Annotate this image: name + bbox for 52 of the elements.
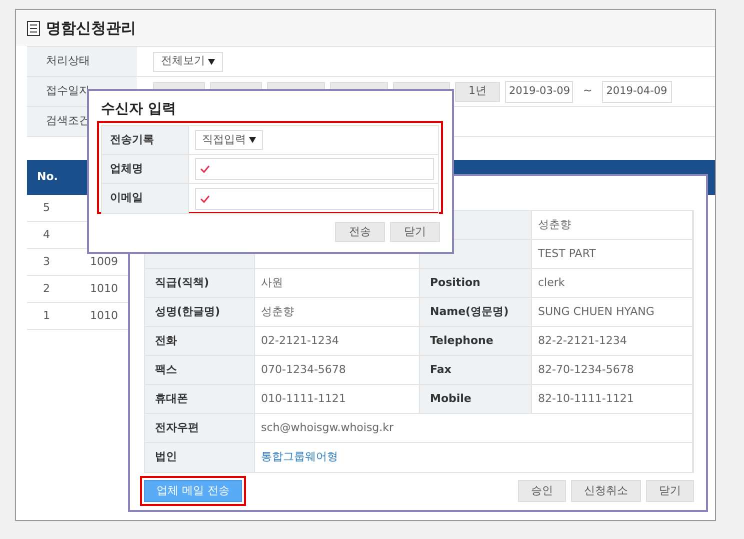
field-value: sch@whoisgw.whoisg.kr [255, 414, 693, 442]
field-label: Position [420, 269, 532, 297]
table-cell-text: 5 [42, 200, 51, 216]
field-value: 성춘향 [532, 211, 693, 239]
field-label: 전화 [145, 327, 255, 355]
field-label: 휴대폰 [145, 385, 255, 413]
status-select[interactable]: 전체보기 [153, 52, 223, 72]
field-label: 전송기록 [110, 132, 154, 148]
field-value: 82-2-2121-1234 [532, 327, 693, 355]
date-field[interactable]: 2019-03-09 [505, 80, 573, 102]
field-value: 82-70-1234-5678 [532, 356, 693, 384]
dialog-button[interactable]: 전송 [335, 222, 385, 242]
field-label: Telephone [420, 327, 532, 355]
table-cell-text: 1 [42, 308, 51, 324]
range-separator: ~ [582, 83, 594, 100]
record-select[interactable]: 직접입력 [195, 130, 263, 150]
page-title: 명함신청관리 [46, 18, 136, 39]
period-button[interactable]: 1년 [455, 82, 500, 102]
field-label: 성명(한글명) [145, 298, 255, 326]
action-button[interactable]: 신청취소 [571, 480, 641, 502]
field-value: TEST PART [532, 240, 693, 268]
table-cell-text: 1010 [90, 280, 118, 297]
field-label: 팩스 [145, 356, 255, 384]
field-label: Fax [420, 356, 532, 384]
field-label: 전자우편 [145, 414, 255, 442]
filter-label: 처리상태 [46, 53, 90, 70]
list-icon [27, 20, 40, 36]
date-field[interactable]: 2019-04-09 [602, 80, 672, 102]
table-cell-text: 1010 [90, 308, 118, 324]
field-label: 업체명 [110, 160, 143, 177]
caret-icon [208, 58, 215, 64]
field-label: Name(영문명) [420, 298, 532, 326]
field-label: 법인 [145, 443, 255, 472]
table-cell-text: 1009 [90, 254, 118, 270]
field-value: clerk [532, 269, 693, 297]
table-cell-text: 2 [42, 280, 51, 297]
input-field[interactable] [195, 158, 434, 180]
field-value: SUNG CHUEN HYANG [532, 298, 693, 326]
action-button[interactable]: 승인 [518, 480, 566, 502]
field-value: 82-10-1111-1121 [532, 385, 693, 413]
company-link[interactable]: 통합그룹웨어형 [261, 449, 338, 466]
table-cell-text: 4 [42, 226, 51, 243]
field-label: 직급(직책) [145, 269, 255, 297]
action-button[interactable]: 닫기 [646, 480, 694, 502]
column-header: No. [37, 169, 58, 185]
input-field[interactable] [195, 188, 434, 210]
table-cell-text: 3 [42, 254, 51, 270]
dialog-title: 수신자 입력 [101, 100, 176, 119]
dialog-button[interactable]: 닫기 [390, 222, 440, 242]
field-label: Mobile [420, 385, 532, 413]
field-label: 이메일 [110, 190, 143, 206]
caret-icon [249, 137, 256, 143]
